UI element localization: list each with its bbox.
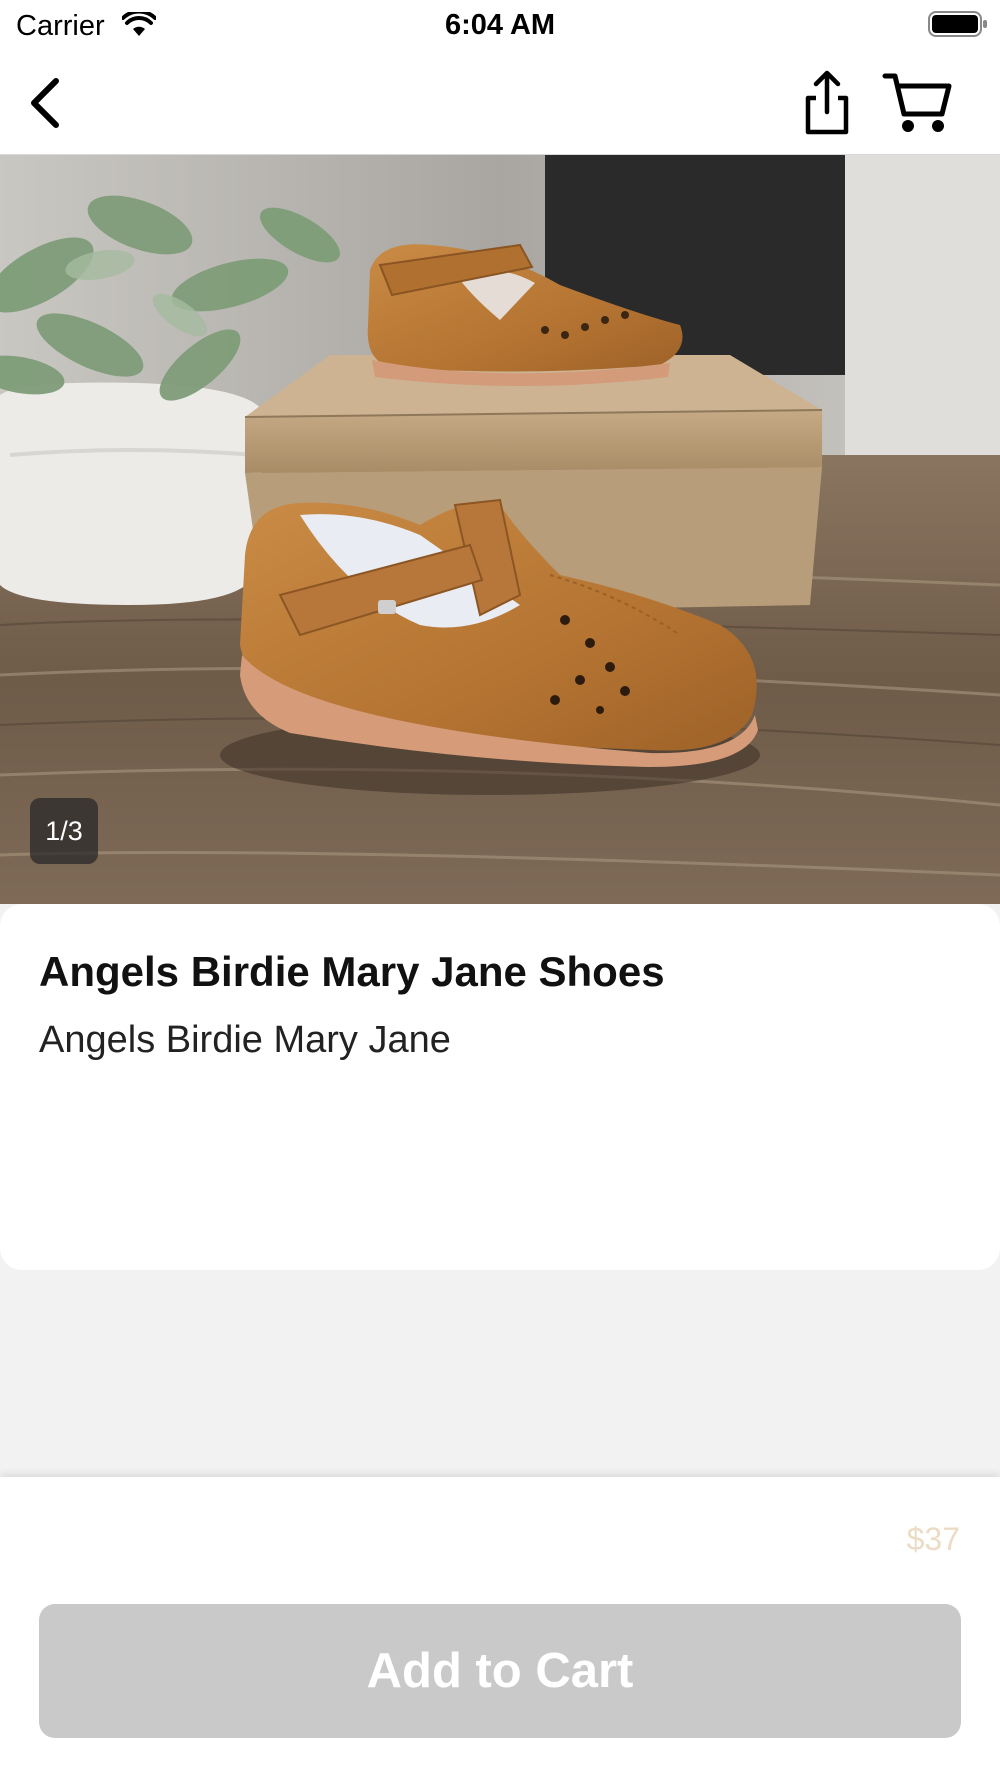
product-subtitle: Angels Birdie Mary Jane [39, 1019, 451, 1061]
product-photo [0, 155, 1000, 904]
product-info-card: Angels Birdie Mary Jane Shoes Angels Bir… [0, 904, 1000, 1270]
chevron-left-icon[interactable] [22, 75, 72, 131]
product-image-gallery[interactable]: 1/3 [0, 155, 1000, 904]
product-title: Angels Birdie Mary Jane Shoes [39, 948, 665, 995]
nav-bar [0, 52, 1000, 155]
battery-icon [928, 11, 987, 37]
add-to-cart-button[interactable]: Add to Cart [39, 1604, 961, 1738]
purchase-panel: $37 Add to Cart [0, 1477, 1000, 1778]
status-bar: Carrier 6:04 AM [0, 0, 1000, 52]
cart-icon[interactable] [882, 68, 956, 138]
price-label: $37 [906, 1521, 960, 1557]
share-icon[interactable] [796, 68, 858, 138]
image-counter: 1/3 [30, 798, 98, 864]
status-time: 6:04 AM [444, 9, 556, 41]
